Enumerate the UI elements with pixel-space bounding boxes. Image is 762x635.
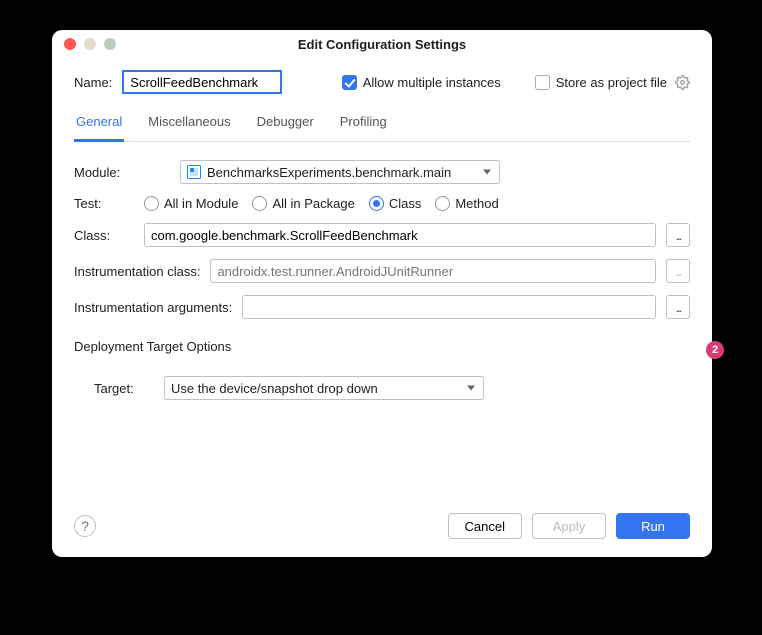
notification-badge[interactable]: 2	[706, 341, 724, 359]
radio-class[interactable]: Class	[369, 196, 422, 211]
instr-class-input	[210, 259, 656, 283]
module-dropdown[interactable]: BenchmarksExperiments.benchmark.main	[180, 160, 500, 184]
instrumentation-class-row: Instrumentation class: ...	[74, 259, 690, 283]
close-window-icon[interactable]	[64, 38, 76, 50]
test-radio-group: All in Module All in Package Class Metho…	[144, 196, 499, 211]
run-button[interactable]: Run	[616, 513, 690, 539]
target-label: Target:	[94, 381, 154, 396]
cancel-button[interactable]: Cancel	[448, 513, 522, 539]
radio-method-input[interactable]	[435, 196, 450, 211]
zoom-window-icon[interactable]	[104, 38, 116, 50]
radio-all-in-module-input[interactable]	[144, 196, 159, 211]
test-label: Test:	[74, 196, 134, 211]
radio-method-label: Method	[455, 196, 498, 211]
content-area: Name: Allow multiple instances Store as …	[52, 58, 712, 501]
gear-icon[interactable]	[675, 75, 690, 90]
module-value: BenchmarksExperiments.benchmark.main	[207, 165, 451, 180]
radio-all-in-package-label: All in Package	[272, 196, 354, 211]
tab-general[interactable]: General	[74, 110, 124, 142]
window-title: Edit Configuration Settings	[298, 37, 466, 52]
store-as-project-checkbox[interactable]	[535, 75, 550, 90]
form: Module: BenchmarksExperiments.benchmark.…	[74, 160, 690, 400]
tab-profiling[interactable]: Profiling	[338, 110, 389, 141]
titlebar: Edit Configuration Settings	[52, 30, 712, 58]
help-button[interactable]: ?	[74, 515, 96, 537]
dialog-window: Edit Configuration Settings Name: Allow …	[52, 30, 712, 557]
allow-multiple-label[interactable]: Allow multiple instances	[363, 75, 501, 90]
name-input[interactable]	[122, 70, 282, 94]
class-row: Class: ...	[74, 223, 690, 247]
instr-args-browse-button[interactable]: ...	[666, 295, 690, 319]
target-value: Use the device/snapshot drop down	[171, 381, 378, 396]
instr-class-label: Instrumentation class:	[74, 264, 200, 279]
minimize-window-icon[interactable]	[84, 38, 96, 50]
radio-class-label: Class	[389, 196, 422, 211]
apply-button[interactable]: Apply	[532, 513, 606, 539]
tabs: General Miscellaneous Debugger Profiling	[74, 110, 690, 142]
class-label: Class:	[74, 228, 134, 243]
store-as-project-label[interactable]: Store as project file	[556, 75, 667, 90]
allow-multiple-checkbox[interactable]	[342, 75, 357, 90]
target-row: Target: Use the device/snapshot drop dow…	[94, 376, 690, 400]
name-label: Name:	[74, 75, 112, 90]
radio-method[interactable]: Method	[435, 196, 498, 211]
name-row: Name: Allow multiple instances Store as …	[74, 70, 690, 94]
test-row: Test: All in Module All in Package Class	[74, 196, 690, 211]
module-label: Module:	[74, 165, 134, 180]
radio-all-in-module[interactable]: All in Module	[144, 196, 238, 211]
instr-args-label: Instrumentation arguments:	[74, 300, 232, 315]
window-controls	[64, 38, 116, 50]
module-row: Module: BenchmarksExperiments.benchmark.…	[74, 160, 690, 184]
module-icon	[187, 165, 201, 179]
instr-args-input[interactable]	[242, 295, 656, 319]
radio-all-in-module-label: All in Module	[164, 196, 238, 211]
store-as-project-group: Store as project file	[535, 75, 690, 90]
class-input[interactable]	[144, 223, 656, 247]
radio-class-input[interactable]	[369, 196, 384, 211]
footer: ? Cancel Apply Run	[52, 501, 712, 557]
tab-miscellaneous[interactable]: Miscellaneous	[146, 110, 232, 141]
radio-all-in-package-input[interactable]	[252, 196, 267, 211]
allow-multiple-group: Allow multiple instances	[342, 75, 501, 90]
tab-debugger[interactable]: Debugger	[255, 110, 316, 141]
class-browse-button[interactable]: ...	[666, 223, 690, 247]
instr-class-browse-button: ...	[666, 259, 690, 283]
deployment-section-title: Deployment Target Options	[74, 339, 690, 354]
instrumentation-args-row: Instrumentation arguments: ...	[74, 295, 690, 319]
target-dropdown[interactable]: Use the device/snapshot drop down	[164, 376, 484, 400]
radio-all-in-package[interactable]: All in Package	[252, 196, 354, 211]
